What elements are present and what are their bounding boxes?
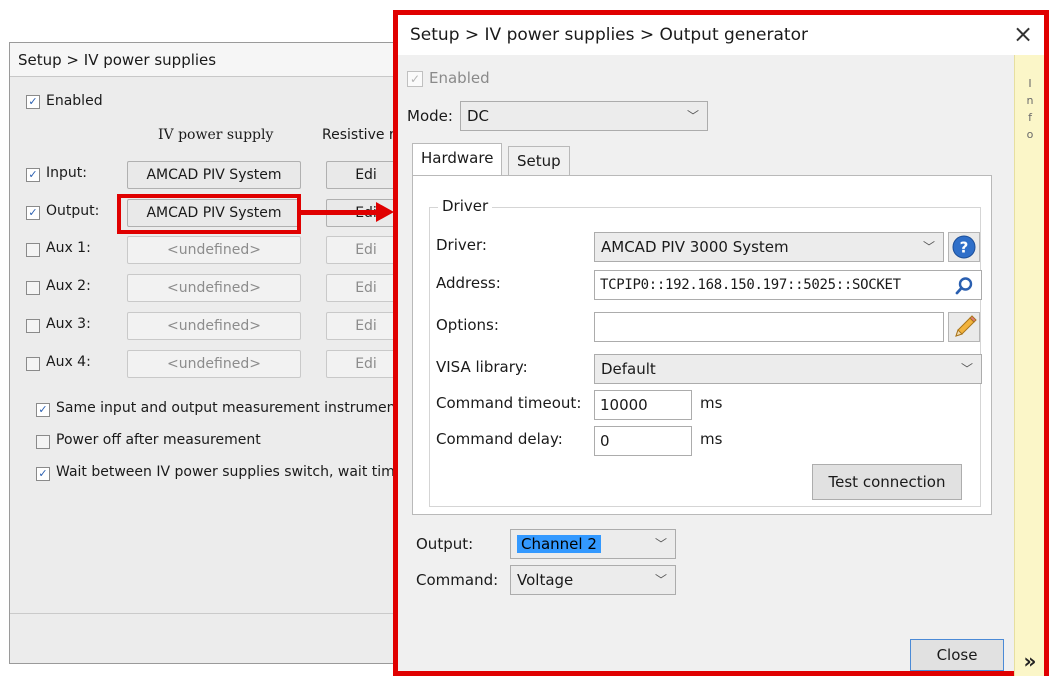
mode-value: DC	[467, 107, 490, 125]
mode-label: Mode:	[407, 107, 453, 125]
driver-value: AMCAD PIV 3000 System	[601, 238, 789, 256]
address-value: TCPIP0::192.168.150.197::5025::SOCKET	[600, 277, 901, 293]
command-timeout-unit: ms	[700, 394, 723, 412]
svg-text:?: ?	[960, 239, 969, 257]
command-delay-label: Command delay:	[436, 430, 563, 448]
same-instrument-checkbox[interactable]: ✓	[36, 403, 50, 417]
iv-power-supplies-window: Setup > IV power supplies ✓ Enabled IV p…	[9, 42, 401, 664]
pencil-icon[interactable]	[948, 312, 980, 342]
visa-library-select[interactable]: Default ﹀	[594, 354, 982, 384]
aux3-label: Aux 3:	[46, 316, 91, 332]
column-header-iv-supply: IV power supply	[158, 127, 274, 143]
power-off-checkbox[interactable]: ✓	[36, 435, 50, 449]
options-label: Options:	[436, 316, 499, 334]
aux2-checkbox[interactable]: ✓	[26, 281, 40, 295]
visa-library-value: Default	[601, 360, 656, 378]
command-timeout-field[interactable]: 10000	[594, 390, 692, 420]
command-timeout-value: 10000	[600, 396, 648, 414]
output-checkbox[interactable]: ✓	[26, 206, 40, 220]
column-header-resistive: Resistive r	[322, 127, 395, 143]
info-letter: I	[1028, 77, 1032, 90]
info-letter: n	[1026, 94, 1034, 107]
info-panel-label: Info	[1015, 75, 1045, 143]
aux4-checkbox[interactable]: ✓	[26, 357, 40, 371]
driver-group: Driver Driver: AMCAD PIV 3000 System ﹀ ?…	[429, 197, 982, 507]
aux4-supply-button[interactable]: <undefined>	[127, 350, 301, 378]
window-title: Setup > IV power supplies	[10, 43, 400, 77]
arrow-head	[376, 202, 394, 222]
arrow-shaft	[301, 210, 381, 215]
options-field[interactable]	[594, 312, 944, 342]
enabled-label: Enabled	[429, 69, 490, 87]
command-label: Command:	[416, 571, 499, 589]
info-letter: o	[1026, 128, 1034, 141]
aux1-edit-button[interactable]: Edi	[326, 236, 400, 264]
aux4-label: Aux 4:	[46, 354, 91, 370]
close-icon[interactable]: ×	[1008, 19, 1038, 49]
driver-label: Driver:	[436, 236, 487, 254]
search-icon[interactable]	[954, 276, 974, 296]
wait-between-checkbox[interactable]: ✓	[36, 467, 50, 481]
output-label: Output:	[416, 535, 474, 553]
enabled-checkbox[interactable]: ✓	[26, 95, 40, 109]
chevron-down-icon: ﹀	[654, 537, 667, 551]
aux2-edit-button[interactable]: Edi	[326, 274, 400, 302]
tab-setup[interactable]: Setup	[508, 146, 570, 176]
aux3-edit-button[interactable]: Edi	[326, 312, 400, 340]
driver-group-label: Driver	[438, 197, 493, 215]
help-icon[interactable]: ?	[948, 232, 980, 262]
info-panel[interactable]: Info »	[1014, 55, 1044, 676]
output-label: Output:	[46, 203, 100, 219]
tab-hardware[interactable]: Hardware	[412, 143, 503, 176]
input-edit-button[interactable]: Edi	[326, 161, 400, 189]
input-supply-button[interactable]: AMCAD PIV System	[127, 161, 301, 189]
info-letter: f	[1028, 111, 1032, 124]
aux3-supply-button[interactable]: <undefined>	[127, 312, 301, 340]
aux2-supply-button[interactable]: <undefined>	[127, 274, 301, 302]
command-timeout-label: Command timeout:	[436, 394, 582, 412]
command-delay-unit: ms	[700, 430, 723, 448]
chevron-down-icon: ﹀	[922, 240, 935, 254]
enabled-checkbox[interactable]: ✓	[407, 71, 423, 87]
window-title: Setup > IV power supplies > Output gener…	[398, 15, 1044, 55]
test-connection-button[interactable]: Test connection	[812, 464, 962, 500]
output-select[interactable]: Channel 2 ﹀	[510, 529, 676, 559]
aux1-supply-button[interactable]: <undefined>	[127, 236, 301, 264]
same-instrument-label: Same input and output measurement instru…	[56, 400, 401, 416]
hardware-tab-panel: Driver Driver: AMCAD PIV 3000 System ﹀ ?…	[412, 175, 992, 515]
aux3-checkbox[interactable]: ✓	[26, 319, 40, 333]
chevron-down-icon: ﹀	[960, 362, 973, 376]
chevron-down-icon: ﹀	[686, 109, 699, 123]
enabled-label: Enabled	[46, 93, 103, 109]
command-delay-field[interactable]: 0	[594, 426, 692, 456]
command-value: Voltage	[517, 571, 574, 589]
output-generator-window: Setup > IV power supplies > Output gener…	[393, 10, 1049, 676]
close-button[interactable]: Close	[910, 639, 1004, 671]
aux4-edit-button[interactable]: Edi	[326, 350, 400, 378]
power-off-label: Power off after measurement	[56, 432, 261, 448]
chevron-down-icon: ﹀	[654, 573, 667, 587]
driver-select[interactable]: AMCAD PIV 3000 System ﹀	[594, 232, 944, 262]
wait-between-label: Wait between IV power supplies switch, w…	[56, 464, 401, 480]
command-delay-value: 0	[600, 432, 610, 450]
window-footer	[10, 613, 400, 663]
aux1-checkbox[interactable]: ✓	[26, 243, 40, 257]
command-select[interactable]: Voltage ﹀	[510, 565, 676, 595]
highlight-box	[117, 194, 301, 234]
input-checkbox[interactable]: ✓	[26, 168, 40, 182]
visa-library-label: VISA library:	[436, 358, 528, 376]
aux1-label: Aux 1:	[46, 240, 91, 256]
input-label: Input:	[46, 165, 87, 181]
aux2-label: Aux 2:	[46, 278, 91, 294]
address-label: Address:	[436, 274, 501, 292]
address-field[interactable]: TCPIP0::192.168.150.197::5025::SOCKET	[594, 270, 982, 300]
output-value: Channel 2	[517, 535, 601, 553]
mode-select[interactable]: DC ﹀	[460, 101, 708, 131]
expand-icon[interactable]: »	[1015, 649, 1045, 673]
